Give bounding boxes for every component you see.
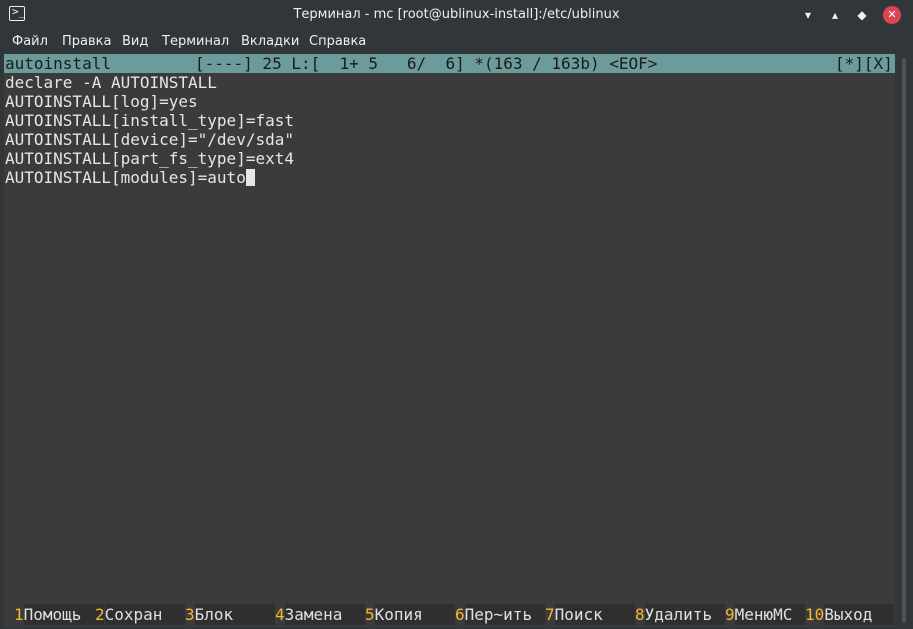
editor-line-text: AUTOINSTALL[modules]=auto [5,168,246,187]
fkey-6[interactable]: 6Пер~ить [455,604,545,625]
fkey-7[interactable]: 7Поиск [545,604,635,625]
fkey-label: Пер~ить [464,604,545,625]
status-filename: autoinstall [5,54,111,73]
editor-line-current[interactable]: AUTOINSTALL[modules]=auto [5,168,255,187]
menu-terminal[interactable]: Терминал [162,30,229,54]
fkey-8[interactable]: 8Удалить [635,604,725,625]
function-key-bar: 1Помощь 2Сохран 3Блок 4Замена 5Копия 6Пе… [4,604,895,625]
editor-line[interactable]: AUTOINSTALL[device]="/dev/sda" [5,130,294,149]
status-info: [----] 25 L:[ 1+ 5 6/ 6] *(163 / 163b) <… [195,54,658,73]
fkey-number: 4 [275,605,285,624]
fkey-1[interactable]: 1Помощь [14,604,104,625]
fkey-3[interactable]: 3Блок [185,604,275,625]
menu-edit[interactable]: Правка [62,30,111,54]
fkey-number: 10 [805,605,825,624]
fkey-label: Помощь [23,604,104,625]
keep-above-button[interactable]: ◆ [853,6,871,24]
editor-line[interactable]: AUTOINSTALL[part_fs_type]=ext4 [5,149,294,168]
fkey-10[interactable]: 10Выход [805,604,895,625]
status-flags: [*][X] [835,54,893,73]
scrollbar-track[interactable] [902,58,906,623]
fkey-4[interactable]: 4Замена [275,604,365,625]
menu-file[interactable]: Файл [12,30,48,54]
fkey-label: Выход [824,604,895,625]
fkey-5[interactable]: 5Копия [365,604,455,625]
close-button[interactable]: ✕ [883,6,901,24]
window-title: Терминал - mc [root@ublinux-install]:/et… [293,7,620,22]
editor-line[interactable]: AUTOINSTALL[log]=yes [5,92,198,111]
fkey-label: Удалить [644,604,725,625]
menu-help[interactable]: Справка [309,30,366,54]
fkey-label: Замена [284,604,365,625]
fkey-number: 7 [545,605,555,624]
fkey-label: Копия [374,604,455,625]
fkey-number: 5 [365,605,375,624]
terminal-area[interactable]: autoinstall [----] 25 L:[ 1+ 5 6/ 6] *(1… [4,54,895,627]
fkey-number: 6 [455,605,465,624]
menu-tabs[interactable]: Вкладки [241,30,299,54]
editor-line[interactable]: AUTOINSTALL[install_type]=fast [5,111,294,130]
fkey-number: 2 [95,605,105,624]
fkey-label: Блок [194,604,275,625]
fkey-number: 3 [185,605,195,624]
fkey-label: МенюMC [734,604,805,625]
menu-bar: Файл Правка Вид Терминал Вкладки Справка [0,30,913,54]
maximize-button[interactable]: ▴ [826,6,844,24]
text-cursor [245,169,255,186]
fkey-label: Сохран [104,604,185,625]
terminal-scrollbar[interactable] [895,54,913,627]
editor-line[interactable]: declare -A AUTOINSTALL [5,73,217,92]
fkey-9[interactable]: 9МенюMC [725,604,805,625]
minimize-button[interactable]: ▾ [799,6,817,24]
fkey-number: 1 [14,605,24,624]
editor-status-line: autoinstall [----] 25 L:[ 1+ 5 6/ 6] *(1… [4,54,895,73]
fkey-number: 9 [725,605,735,624]
menu-view[interactable]: Вид [122,30,148,54]
fkey-number: 8 [635,605,645,624]
window-titlebar: >_ Терминал - mc [root@ublinux-install]:… [0,0,913,30]
fkey-label: Поиск [554,604,635,625]
fkey-2[interactable]: 2Сохран [95,604,185,625]
